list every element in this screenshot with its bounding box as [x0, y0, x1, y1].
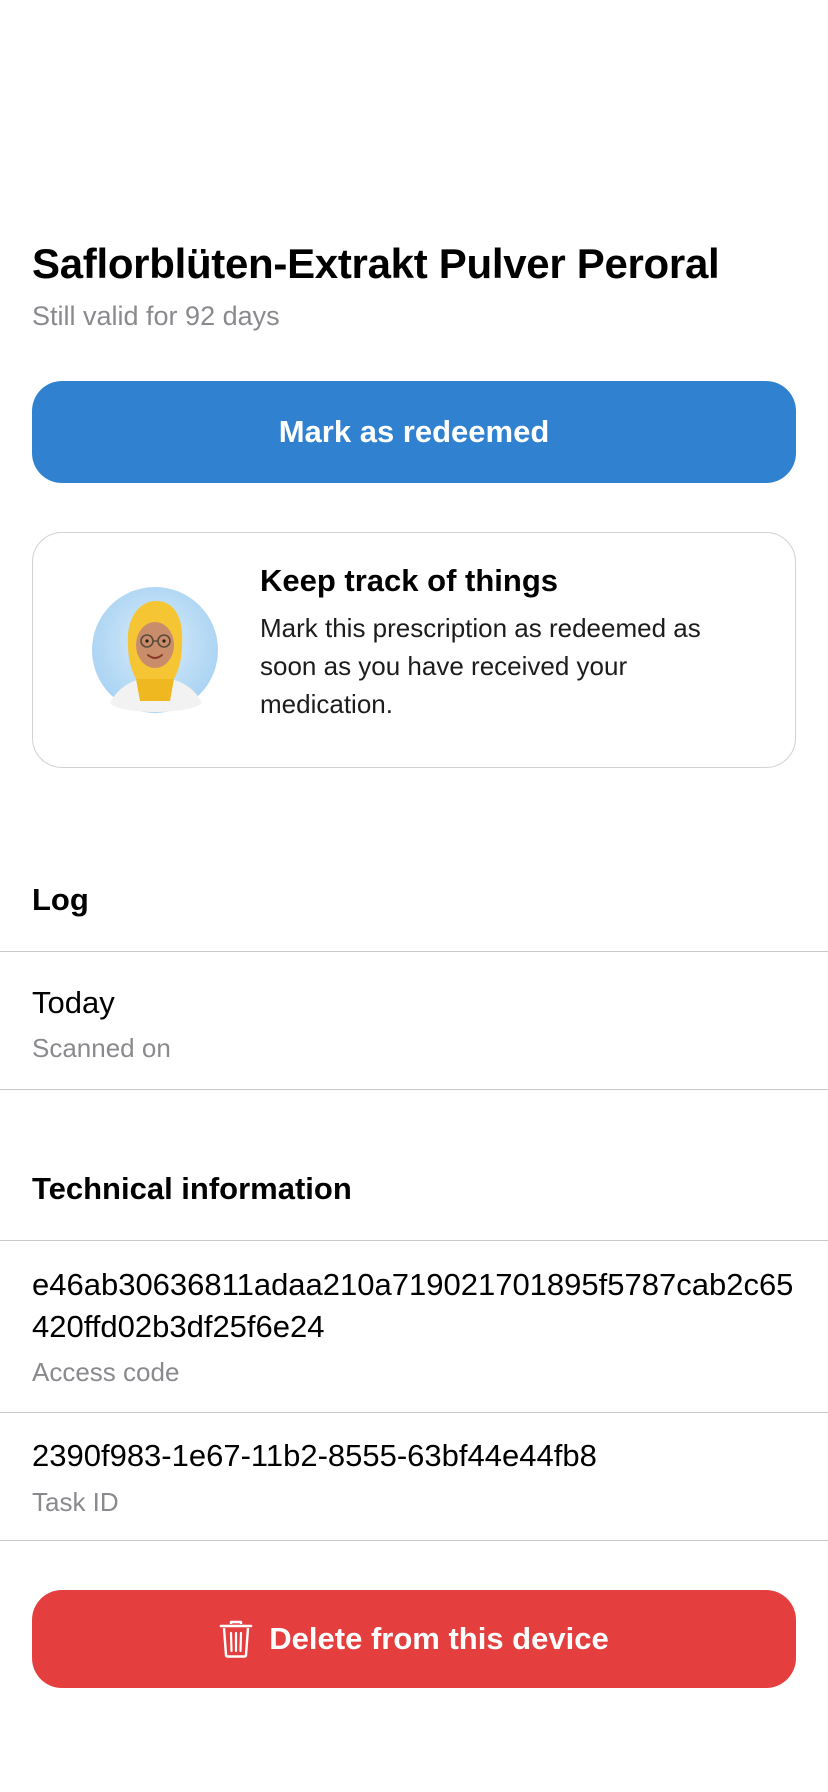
- validity-subtitle: Still valid for 92 days: [32, 301, 280, 331]
- log-entry-label: Scanned on: [32, 1033, 171, 1063]
- hint-card-title: Keep track of things: [260, 563, 558, 598]
- page-title: Saflorblüten-Extrakt Pulver Peroral: [32, 240, 720, 287]
- prescription-detail-screen: Saflorblüten-Extrakt Pulver Peroral Stil…: [0, 0, 828, 1792]
- mark-as-redeemed-button[interactable]: Mark as redeemed: [32, 381, 796, 483]
- delete-from-device-label: Delete from this device: [269, 1621, 609, 1656]
- hint-card-body: Mark this prescription as redeemed as so…: [260, 613, 701, 719]
- divider: [0, 1412, 828, 1413]
- access-code-label: Access code: [32, 1357, 180, 1387]
- task-id-label: Task ID: [32, 1487, 119, 1517]
- delete-from-device-button[interactable]: Delete from this device: [32, 1590, 796, 1688]
- log-entry-value: Today: [32, 985, 115, 1020]
- hint-card: Keep track of things Mark this prescript…: [32, 532, 796, 768]
- divider: [0, 951, 828, 952]
- mark-as-redeemed-label: Mark as redeemed: [278, 414, 550, 449]
- log-section-header: Log: [32, 882, 89, 917]
- access-code-value: e46ab30636811adaa210a719021701895f5787ca…: [32, 1267, 794, 1344]
- divider: [0, 1540, 828, 1541]
- divider: [0, 1089, 828, 1090]
- divider: [0, 1240, 828, 1241]
- technical-section-header: Technical information: [32, 1171, 352, 1206]
- pharmacist-avatar: [92, 587, 218, 713]
- task-id-value: 2390f983-1e67-11b2-8555-63bf44e44fb8: [32, 1438, 597, 1473]
- trash-icon: [219, 1620, 253, 1658]
